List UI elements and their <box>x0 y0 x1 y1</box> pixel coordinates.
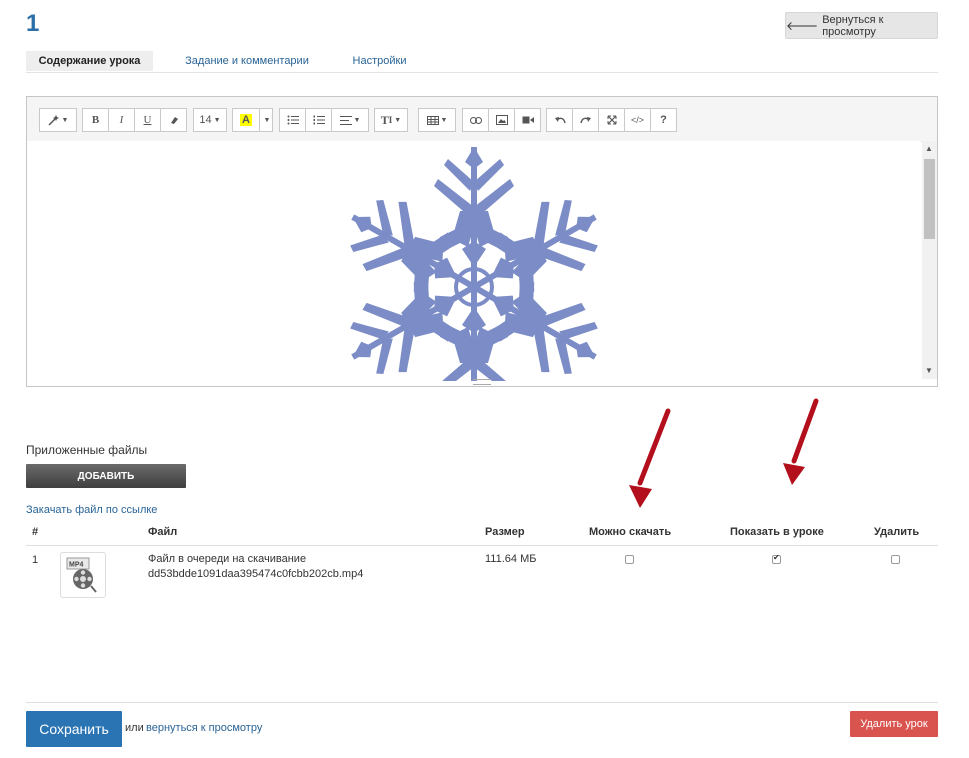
align-icon <box>339 115 352 125</box>
redo-icon <box>579 116 591 123</box>
help-icon: ? <box>660 114 667 126</box>
editor-toolbar: ▼ B I U 14 ▼ A ▼ ▼ T I ▼ ▼ </> ? <box>27 97 937 142</box>
back-to-view-label: Вернуться к просмотру <box>822 13 884 38</box>
tab-settings[interactable]: Настройки <box>342 51 417 71</box>
col-show-in-lesson: Показать в уроке <box>730 526 824 538</box>
align-dropdown[interactable]: ▼ <box>331 108 369 132</box>
col-index: # <box>32 526 39 538</box>
link-button[interactable] <box>462 108 489 132</box>
scroll-down-icon[interactable]: ▼ <box>925 366 933 375</box>
video-icon <box>522 116 534 124</box>
fullscreen-icon <box>607 115 616 125</box>
clear-format-button[interactable] <box>160 108 187 132</box>
rich-text-editor: ▼ B I U 14 ▼ A ▼ ▼ T I ▼ ▼ </> ? ▲ ▼ <box>26 96 938 387</box>
eraser-icon <box>170 117 178 124</box>
delete-lesson-button[interactable]: Удалить урок <box>850 711 938 737</box>
undo-icon <box>554 116 566 123</box>
ordered-list-icon <box>313 115 325 125</box>
italic-button[interactable]: I <box>108 108 135 132</box>
delete-checkbox[interactable] <box>891 555 900 564</box>
unordered-list-icon <box>287 115 299 125</box>
mp4-label: MP4 <box>69 562 84 569</box>
arrow-left-icon: 🡐 <box>786 19 819 33</box>
font-size-value: 14 <box>199 114 212 126</box>
footer-divider <box>26 702 938 703</box>
col-size: Размер <box>485 526 525 538</box>
picture-button[interactable] <box>488 108 515 132</box>
redo-button[interactable] <box>572 108 599 132</box>
save-button[interactable]: Сохранить <box>26 711 122 747</box>
col-file: Файл <box>148 526 178 538</box>
row-index: 1 <box>32 554 39 566</box>
mp4-file-icon: MP4 <box>66 557 97 593</box>
file-name-link[interactable]: dd53bdde1091daa395474c0fcbb202cb.mp4 <box>148 568 363 580</box>
magic-icon <box>48 115 59 126</box>
back-to-view-link[interactable]: вернуться к просмотру <box>146 722 262 734</box>
show-in-lesson-checkbox[interactable] <box>772 553 781 564</box>
can-download-checkbox[interactable] <box>625 555 634 564</box>
editor-resize-handle[interactable] <box>473 379 491 385</box>
scroll-up-icon[interactable]: ▲ <box>925 144 933 153</box>
fullscreen-button[interactable] <box>598 108 625 132</box>
text-height-dropdown[interactable]: T I ▼ <box>374 108 408 132</box>
col-delete: Удалить <box>874 526 920 538</box>
code-view-button[interactable]: </> <box>624 108 651 132</box>
annotation-arrow-can-download <box>629 408 671 508</box>
unordered-list-button[interactable] <box>279 108 306 132</box>
font-color-button[interactable]: A <box>232 108 260 132</box>
download-by-link[interactable]: Закачать файл по ссылке <box>26 504 157 516</box>
magic-style-button[interactable]: ▼ <box>39 108 77 132</box>
add-file-button[interactable]: ДОБАВИТЬ <box>26 464 186 488</box>
attached-files-title: Приложенные файлы <box>26 443 148 457</box>
file-size: 111.64 МБ <box>485 553 537 565</box>
caret-down-icon: ▼ <box>263 116 271 124</box>
editor-scrollbar[interactable]: ▲ ▼ <box>922 141 937 379</box>
code-view-icon: </> <box>630 115 644 125</box>
undo-button[interactable] <box>546 108 573 132</box>
scroll-thumb[interactable] <box>924 159 935 239</box>
font-color-dropdown[interactable]: ▼ <box>259 108 273 132</box>
underline-button[interactable]: U <box>134 108 161 132</box>
col-can-download: Можно скачать <box>589 526 672 538</box>
link-icon <box>469 116 482 124</box>
file-status: Файл в очереди на скачивание <box>148 553 307 565</box>
table-dropdown[interactable]: ▼ <box>418 108 456 132</box>
editor-content[interactable] <box>27 141 921 381</box>
bold-button[interactable]: B <box>82 108 109 132</box>
or-text: или <box>125 722 144 734</box>
text-height-icon: T <box>380 112 389 127</box>
ordered-list-button[interactable] <box>305 108 332 132</box>
annotation-arrow-show-in-lesson <box>783 398 819 485</box>
back-to-view-button[interactable]: 🡐 Вернуться к просмотру <box>785 12 938 39</box>
tab-lesson-content[interactable]: Содержание урока <box>26 51 153 71</box>
file-thumbnail[interactable]: MP4 <box>60 552 106 598</box>
picture-icon <box>495 115 508 125</box>
lesson-number: 1 <box>26 10 40 37</box>
font-size-dropdown[interactable]: 14 ▼ <box>193 108 227 132</box>
video-button[interactable] <box>514 108 541 132</box>
font-color-icon: A <box>240 114 252 126</box>
table-icon <box>426 115 439 125</box>
tab-assignment-comments[interactable]: Задание и комментарии <box>172 51 322 71</box>
table-header-divider <box>26 545 938 546</box>
help-button[interactable]: ? <box>650 108 677 132</box>
snowflake-image <box>332 147 616 381</box>
tab-bar: Содержание урока Задание и комментарии Н… <box>26 51 938 73</box>
